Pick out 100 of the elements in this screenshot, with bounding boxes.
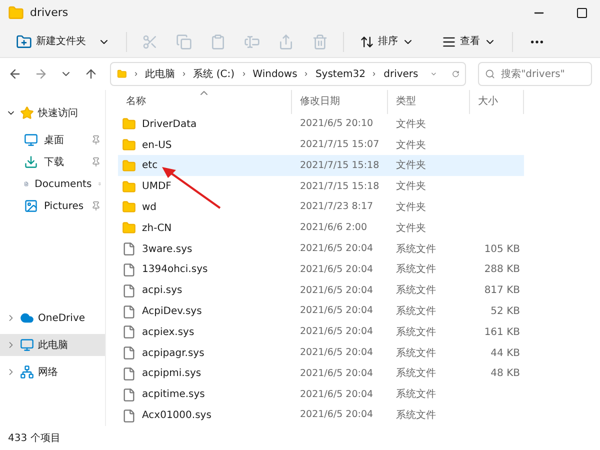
file-row[interactable]: AcpiDev.sys 2021/6/5 20:04 系统文件 52 KB	[118, 301, 524, 322]
nav-group-item[interactable]: 此电脑	[0, 334, 105, 356]
file-size: 288 KB	[484, 264, 520, 276]
view-icon	[442, 34, 456, 48]
modified-date: 2021/6/5 20:04	[299, 242, 374, 256]
breadcrumb-item[interactable]: 此电脑	[145, 66, 175, 82]
file-type: 系统文件	[395, 346, 437, 361]
modified-date: 2021/7/23 8:17	[299, 200, 374, 214]
folder-icon	[8, 5, 24, 21]
view-button[interactable]: 查看	[434, 30, 504, 54]
file-type: 系统文件	[395, 326, 437, 340]
file-icon	[122, 242, 136, 256]
nav-item[interactable]: 桌面	[0, 129, 105, 151]
nav-item[interactable]: 下载	[0, 151, 105, 173]
file-row[interactable]: etc 2021/7/15 15:18 文件夹	[118, 155, 524, 176]
breadcrumb-item[interactable]: drivers	[384, 66, 418, 82]
modified-date: 2021/6/5 20:04	[299, 304, 374, 318]
file-type: 系统文件	[395, 304, 437, 319]
modified-date: 2021/6/5 20:04	[299, 366, 374, 381]
file-type: 系统文件	[395, 408, 437, 424]
file-row[interactable]: acpiex.sys 2021/6/5 20:04 系统文件 161 KB	[118, 322, 524, 343]
file-type: 系统文件	[395, 366, 437, 382]
nav-group-item[interactable]: 快速访问	[0, 102, 105, 124]
file-name: acpipmi.sys	[142, 367, 202, 382]
file-icon	[122, 325, 136, 340]
modified-date: 2021/6/6 2:00	[299, 221, 368, 236]
new-folder-icon	[16, 34, 32, 50]
breadcrumb-item[interactable]: 系统 (C:)	[193, 66, 234, 82]
file-icon	[122, 262, 136, 277]
file-icon	[122, 366, 136, 381]
file-row[interactable]: 3ware.sys 2021/6/5 20:04 系统文件 105 KB	[118, 238, 524, 260]
sort-button[interactable]: 排序	[352, 30, 422, 54]
cloud-icon	[20, 311, 34, 325]
file-row[interactable]: 1394ohci.sys 2021/6/5 20:04 系统文件 288 KB	[118, 259, 524, 280]
nav-group-item[interactable]: OneDrive	[0, 307, 105, 329]
folder-icon	[122, 158, 136, 173]
search-icon	[485, 68, 496, 80]
file-icon	[122, 284, 136, 298]
new-folder-button[interactable]: 新建文件夹	[8, 30, 118, 54]
folder-icon	[122, 200, 136, 214]
column-header[interactable]: 类型	[388, 90, 470, 114]
separator-icon	[303, 69, 310, 79]
computer-icon	[20, 338, 34, 352]
sort-icon	[360, 34, 374, 48]
star-icon	[20, 106, 34, 120]
search-field[interactable]: 搜索"drivers"	[478, 62, 592, 86]
column-header[interactable]: 名称	[118, 90, 292, 114]
file-size: 817 KB	[484, 285, 520, 296]
file-row[interactable]: en-US 2021/7/15 15:07 文件夹	[118, 134, 524, 156]
file-size: 44 KB	[490, 348, 520, 359]
breadcrumb-item[interactable]: System32	[315, 66, 366, 82]
modified-date: 2021/6/5 20:04	[299, 262, 374, 277]
separator-icon	[181, 69, 188, 79]
file-row[interactable]: acpi.sys 2021/6/5 20:04 系统文件 817 KB	[118, 280, 524, 302]
file-type: 系统文件	[395, 388, 437, 402]
modified-date: 2021/7/15 15:18	[299, 158, 380, 173]
file-icon	[122, 408, 136, 423]
nav-item[interactable]: Pictures	[0, 195, 105, 217]
folder-icon	[122, 221, 136, 236]
item-count: 433 个项目	[8, 432, 60, 446]
share-icon	[278, 34, 294, 50]
file-type: 文件夹	[395, 222, 427, 236]
file-name: 3ware.sys	[142, 242, 192, 257]
nav-item[interactable]: Documents	[0, 173, 105, 195]
file-type: 文件夹	[395, 118, 427, 132]
refresh-icon[interactable]	[452, 68, 460, 80]
modified-date: 2021/6/5 20:04	[299, 388, 374, 402]
file-name: wd	[142, 200, 157, 215]
file-icon	[122, 304, 136, 318]
modified-date: 2021/6/5 20:04	[299, 284, 374, 298]
file-type: 系统文件	[395, 284, 437, 298]
folder-icon	[122, 180, 136, 194]
nav-group-item[interactable]: 网络	[0, 361, 105, 383]
file-row[interactable]: Acx01000.sys 2021/6/5 20:04 系统文件	[118, 405, 524, 426]
file-row[interactable]: zh-CN 2021/6/6 2:00 文件夹	[118, 218, 524, 239]
back-icon[interactable]	[8, 67, 22, 81]
file-row[interactable]: UMDF 2021/7/15 15:18 文件夹	[118, 176, 524, 198]
maximize-icon[interactable]	[576, 7, 588, 19]
column-header[interactable]: 修改日期	[292, 90, 388, 114]
up-icon[interactable]	[84, 67, 98, 81]
column-header[interactable]: 大小	[470, 90, 524, 114]
file-row[interactable]: acpipmi.sys 2021/6/5 20:04 系统文件 48 KB	[118, 364, 524, 384]
file-row[interactable]: DriverData 2021/6/5 20:10 文件夹	[118, 114, 524, 135]
address-bar[interactable]: 此电脑 系统 (C:) Windows System32 drivers	[110, 62, 466, 86]
modified-date: 2021/7/15 15:07	[299, 138, 380, 152]
search-input[interactable]: 搜索"drivers"	[501, 66, 585, 82]
file-name: UMDF	[142, 180, 172, 194]
forward-icon[interactable]	[34, 67, 48, 81]
file-name: acpiex.sys	[142, 326, 194, 340]
file-row[interactable]: acpipagr.sys 2021/6/5 20:04 系统文件 44 KB	[118, 342, 524, 364]
modified-date: 2021/6/5 20:04	[299, 346, 374, 360]
scissors-icon	[142, 34, 158, 50]
file-row[interactable]: wd 2021/7/23 8:17 文件夹	[118, 197, 524, 218]
file-name: AcpiDev.sys	[142, 305, 202, 319]
file-icon	[122, 346, 136, 360]
file-type: 系统文件	[395, 242, 437, 257]
breadcrumb-item[interactable]: Windows	[252, 66, 298, 82]
desktop-icon	[24, 133, 38, 147]
file-row[interactable]: acpitime.sys 2021/6/5 20:04 系统文件	[118, 384, 524, 406]
file-size: 105 KB	[484, 244, 520, 255]
